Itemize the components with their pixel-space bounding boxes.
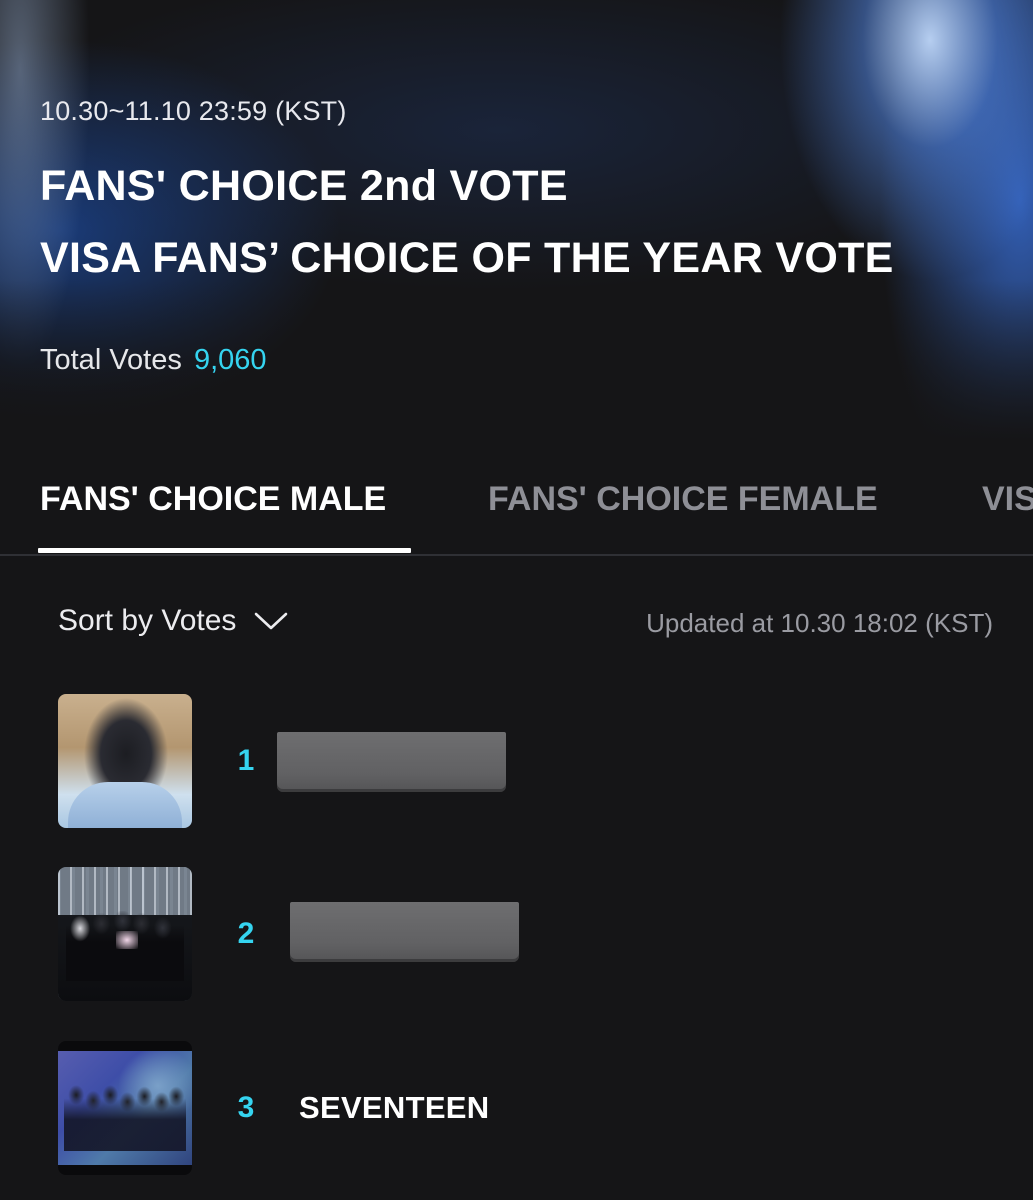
redacted-artist-name [290,902,519,962]
sort-label: Sort by Votes [58,604,237,637]
total-votes-label: Total Votes [40,344,182,376]
artist-thumbnail [58,694,192,828]
rank-number: 1 [237,744,255,777]
tab-fans-choice-male[interactable]: FANS' CHOICE MALE [40,480,386,519]
ranking-row[interactable]: 1 [0,694,1033,834]
sort-dropdown[interactable]: Sort by Votes [58,604,288,638]
artist-thumbnail [58,867,192,1001]
tab-visa[interactable]: VIS [982,480,1033,519]
updated-timestamp: Updated at 10.30 18:02 (KST) [646,608,993,638]
rank-number: 2 [237,917,255,950]
hero-banner: 10.30~11.10 23:59 (KST) FANS' CHOICE 2nd… [0,0,1033,440]
vote-title-line2: VISA FANS’ CHOICE OF THE YEAR VOTE [40,234,894,282]
artist-thumbnail [58,1041,192,1175]
tab-fans-choice-female[interactable]: FANS' CHOICE FEMALE [488,480,878,519]
artist-name: SEVENTEEN [299,1090,490,1125]
chevron-down-icon [255,612,288,630]
ranking-row[interactable]: 3 SEVENTEEN [0,1041,1033,1181]
category-tabs: FANS' CHOICE MALE FANS' CHOICE FEMALE VI… [0,470,1033,556]
ranking-row[interactable]: 2 [0,867,1033,1007]
vote-title-line1: FANS' CHOICE 2nd VOTE [40,162,568,210]
vote-period: 10.30~11.10 23:59 (KST) [40,96,347,126]
total-votes: Total Votes 9,060 [40,344,267,377]
redacted-artist-name [277,732,506,792]
total-votes-value: 9,060 [193,344,267,376]
active-tab-indicator [38,548,411,553]
rank-number: 3 [237,1091,255,1124]
